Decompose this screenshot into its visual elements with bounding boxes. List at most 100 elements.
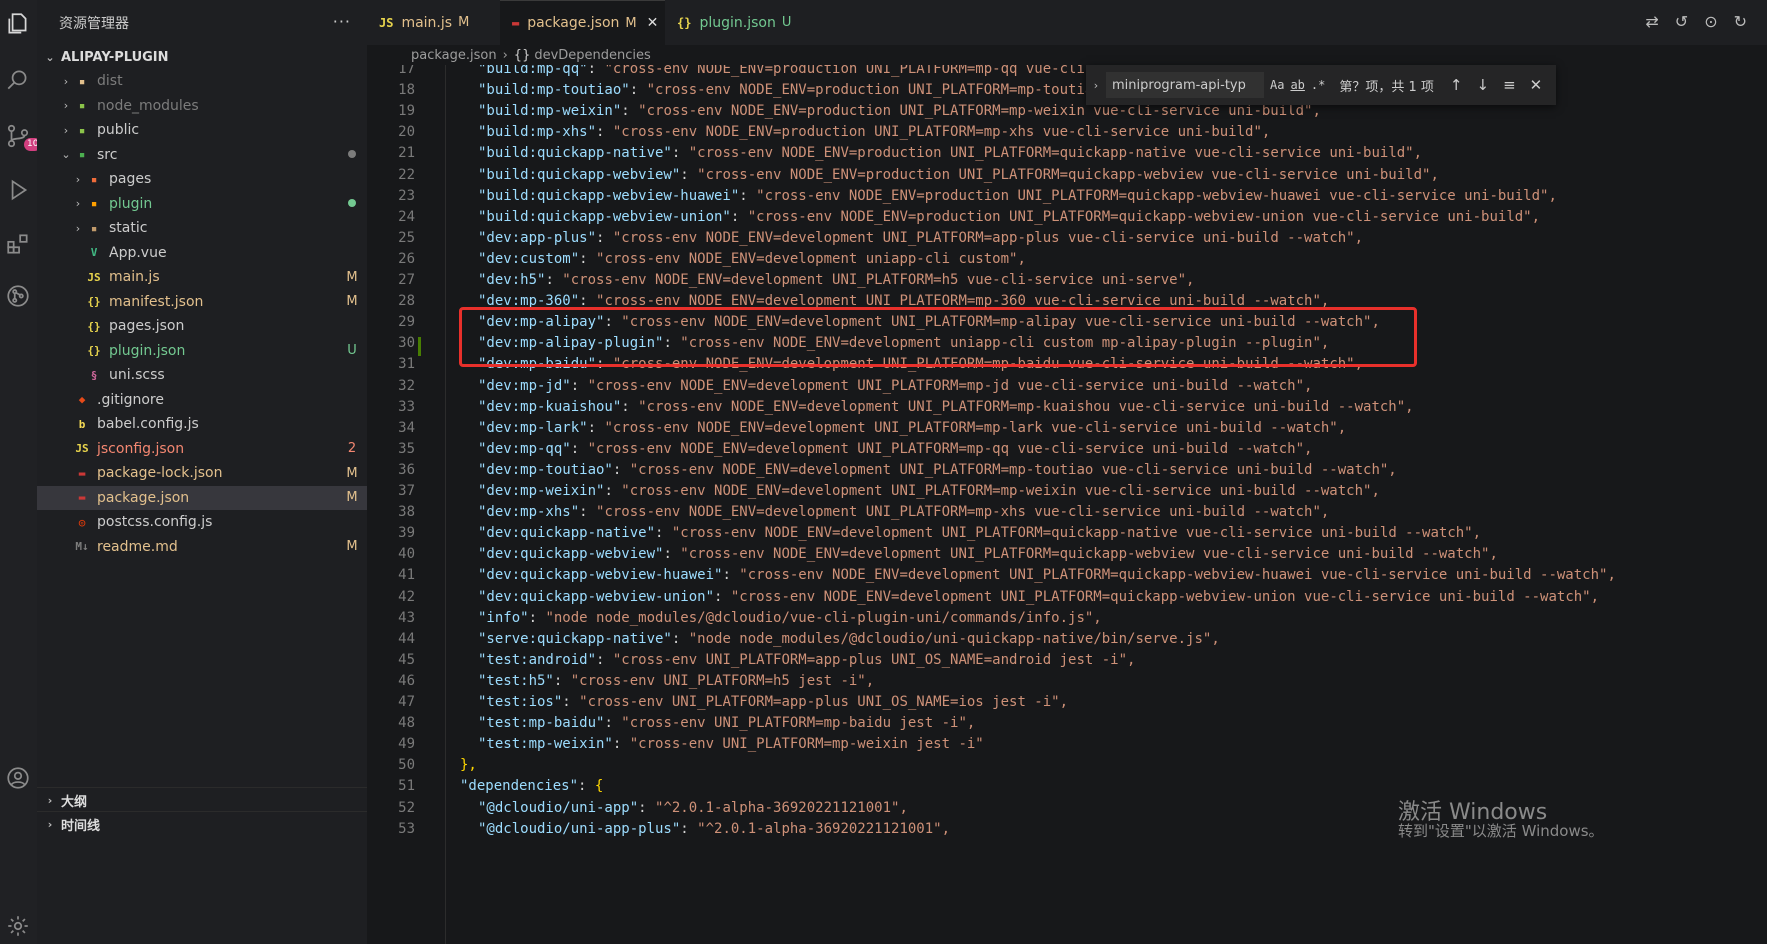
regex-icon[interactable]: .* xyxy=(1311,78,1325,92)
outline-label: 大纲 xyxy=(61,794,88,810)
json-value: "cross-env UNI_PLATFORM=app-plus UNI_OS_… xyxy=(612,651,1136,668)
chevron-right-icon: › xyxy=(75,221,81,235)
tab-status: M xyxy=(458,15,470,30)
outline-section[interactable]: › 大纲 xyxy=(37,787,373,812)
tree-item[interactable]: ▬ package-lock.json M xyxy=(37,461,367,486)
source-control-icon[interactable]: 10 xyxy=(4,122,42,151)
line-number: 48 xyxy=(398,715,415,732)
tree-item[interactable]: › ▪ plugin xyxy=(37,192,367,217)
line-number: 23 xyxy=(398,187,415,204)
match-case-icon[interactable]: Aa xyxy=(1270,78,1284,92)
workspace-root[interactable]: ⌄ ALIPAY-PLUGIN xyxy=(37,45,367,69)
whole-word-icon[interactable]: ab xyxy=(1290,78,1304,92)
colon: : xyxy=(578,778,595,795)
json-key: "dev:quickapp-webview" xyxy=(478,546,664,563)
code-editor[interactable]: 17 18 19 20 21 22 23 24 25 26 27 28 29 30 31 32 33 34 35 36… xyxy=(367,65,1767,944)
tree-item[interactable]: › ▪ static xyxy=(37,216,367,241)
tree-item[interactable]: V App.vue xyxy=(37,241,367,266)
close-icon[interactable]: ✕ xyxy=(647,15,659,31)
tab-label: main.js xyxy=(401,14,453,31)
status-badge: 2 xyxy=(347,441,357,457)
colon: : xyxy=(545,272,563,288)
npm-file-icon: ▬ xyxy=(78,466,86,480)
code-line: "dev:mp-toutiao": "cross-env NODE_ENV=de… xyxy=(478,462,1397,478)
tree-item[interactable]: JS main.js M xyxy=(37,265,367,290)
close-icon[interactable]: ✕ xyxy=(1530,76,1543,94)
chevron-right-icon: › xyxy=(63,99,69,113)
tree-item[interactable]: › ▪ dist xyxy=(37,69,367,94)
find-in-selection-icon[interactable]: ≡ xyxy=(1503,76,1516,94)
line-number: 31 xyxy=(398,356,415,373)
run-debug-icon[interactable] xyxy=(4,176,32,204)
git-graph-icon[interactable] xyxy=(4,282,32,310)
previous-match-icon[interactable]: ↑ xyxy=(1450,76,1463,94)
status-dot xyxy=(337,196,367,211)
colon: : xyxy=(671,630,689,647)
json-value: "cross-env NODE_ENV=development UNI_PLAT… xyxy=(587,440,1313,457)
tree-item-label: node_modules xyxy=(97,97,199,114)
code-line: "build:quickapp-webview": "cross-env NOD… xyxy=(478,167,1439,183)
explorer-icon[interactable] xyxy=(4,10,32,38)
tree-item[interactable]: ◎ postcss.config.js xyxy=(37,510,367,535)
tree-item[interactable]: JS jsconfig.json 2 xyxy=(37,437,367,462)
timeline-section[interactable]: › 时间线 xyxy=(37,811,373,836)
tree-item[interactable]: › ▪ public xyxy=(37,118,367,143)
tree-item[interactable]: ⌄ ▪ src xyxy=(37,143,367,168)
line-number: 42 xyxy=(398,588,415,605)
next-match-icon[interactable]: ↓ xyxy=(1476,76,1489,94)
tree-item[interactable]: M↓ readme.md M xyxy=(37,535,367,560)
code-line: "dev:app-plus": "cross-env NODE_ENV=deve… xyxy=(478,230,1363,246)
tree-item[interactable]: {} plugin.json U xyxy=(37,339,367,364)
tree-item[interactable]: {} manifest.json M xyxy=(37,290,367,315)
tree-item[interactable]: › ▪ node_modules xyxy=(37,94,367,119)
chevron-right-icon: › xyxy=(75,197,81,211)
code-line: "info": "node node_modules/@dcloudio/vue… xyxy=(478,610,1102,626)
babel-file-icon: b xyxy=(78,417,86,431)
account-icon[interactable] xyxy=(4,764,32,792)
tree-item[interactable]: {} pages.json xyxy=(37,314,367,339)
compare-changes-icon[interactable]: ⇄ xyxy=(1645,12,1658,31)
breadcrumb-symbol[interactable]: devDependencies xyxy=(534,48,650,63)
more-actions-icon[interactable]: ··· xyxy=(333,12,351,31)
tree-item[interactable]: › ▪ pages xyxy=(37,167,367,192)
colon: : xyxy=(587,65,605,77)
json-key: "test:mp-weixin" xyxy=(478,736,613,753)
json-value: { xyxy=(594,778,604,795)
tree-item[interactable]: § uni.scss xyxy=(37,363,367,388)
forward-icon[interactable]: ↻ xyxy=(1734,12,1747,31)
line-number: 37 xyxy=(398,483,415,499)
go-back-icon[interactable]: ↺ xyxy=(1675,12,1688,31)
tab-plugin-json[interactable]: {} plugin.json U xyxy=(665,0,815,45)
search-icon[interactable] xyxy=(4,66,32,94)
extensions-icon[interactable] xyxy=(4,230,32,258)
code-line: "build:mp-xhs": "cross-env NODE_ENV=prod… xyxy=(478,124,1270,140)
find-input[interactable]: miniprogram-api-typ xyxy=(1106,72,1264,98)
tab-main-js[interactable]: JS main.js M xyxy=(367,0,500,45)
tree-item-label: postcss.config.js xyxy=(97,514,213,531)
tree-item[interactable]: b babel.config.js xyxy=(37,412,367,437)
colon: : xyxy=(638,799,656,816)
scss-file-icon: § xyxy=(90,368,98,382)
code-line: "dev:h5": "cross-env NODE_ENV=developmen… xyxy=(478,272,1194,288)
settings-gear-icon[interactable] xyxy=(4,912,32,940)
breadcrumb-file[interactable]: package.json xyxy=(411,48,497,63)
tree-item-label: readme.md xyxy=(97,538,178,555)
code-line: "dependencies": { xyxy=(460,778,603,794)
line-number: 44 xyxy=(398,630,415,647)
tree-item[interactable]: ◆ .gitignore xyxy=(37,388,367,413)
line-number: 17 xyxy=(398,65,415,77)
tree-item[interactable]: ▬ package.json M xyxy=(37,485,367,510)
json-key: "test:ios" xyxy=(478,694,563,710)
json-key: "dev:mp-toutiao" xyxy=(478,461,613,478)
colon: : xyxy=(739,187,757,204)
toggle-replace-icon[interactable]: › xyxy=(1086,79,1106,92)
open-changes-icon[interactable]: ⊙ xyxy=(1704,12,1717,31)
tree-item-label: static xyxy=(109,220,148,237)
tab-package-json[interactable]: ▬ package.json M ✕ xyxy=(500,0,665,45)
colon: : xyxy=(730,208,748,225)
tree-item-label: .gitignore xyxy=(97,391,164,408)
json-key: "build:mp-toutiao" xyxy=(478,82,630,99)
code-line: "test:ios": "cross-env UNI_PLATFORM=app-… xyxy=(478,694,1068,710)
postcss-file-icon: ◎ xyxy=(78,515,86,529)
line-number: 18 xyxy=(398,82,415,99)
